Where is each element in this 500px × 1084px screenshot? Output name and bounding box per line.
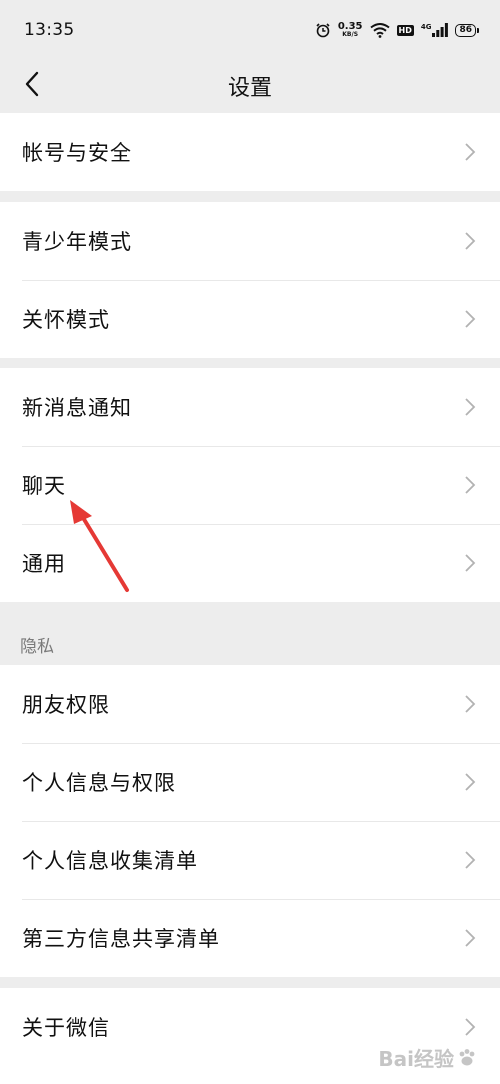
network-type: 4G [420,23,432,31]
settings-item-label: 聊天 [22,474,66,498]
settings-item-third-party-sharing[interactable]: 第三方信息共享清单 [0,899,500,977]
status-icons: 0.35 KB/S HD 4G 86 [315,22,479,38]
settings-item-care-mode[interactable]: 关怀模式 [0,280,500,358]
net-speed-unit: KB/S [342,31,359,38]
status-time: 13:35 [24,20,75,40]
hd-icon: HD [396,24,414,36]
settings-group-privacy: 朋友权限 个人信息与权限 个人信息收集清单 第三方信息共享清单 [0,665,500,977]
signal-icon: 4G [421,23,449,37]
watermark-logo: Bai经验 [378,1043,478,1072]
settings-item-personal-info-permissions[interactable]: 个人信息与权限 [0,743,500,821]
alarm-icon [316,23,330,38]
settings-item-friend-permissions[interactable]: 朋友权限 [0,665,500,743]
chevron-right-icon [465,695,476,713]
settings-item-personal-info-collection[interactable]: 个人信息收集清单 [0,821,500,899]
back-button[interactable] [12,62,52,106]
net-speed: 0.35 KB/S [338,22,363,38]
settings-group-account: 帐号与安全 [0,113,500,191]
chevron-left-icon [25,71,39,97]
chevron-right-icon [465,232,476,250]
settings-item-general[interactable]: 通用 [0,524,500,602]
settings-item-teen-mode[interactable]: 青少年模式 [0,202,500,280]
nav-bar: 设置 [0,60,500,112]
settings-item-label: 个人信息与权限 [22,771,176,795]
chevron-right-icon [465,310,476,328]
chevron-right-icon [465,143,476,161]
chevron-right-icon [465,929,476,947]
chevron-right-icon [465,773,476,791]
settings-item-label: 帐号与安全 [22,141,132,165]
settings-item-chat[interactable]: 聊天 [0,446,500,524]
section-header-privacy: 隐私 [20,637,54,657]
chevron-right-icon [465,476,476,494]
paw-icon [459,1048,475,1065]
settings-item-label: 关怀模式 [22,308,110,332]
status-bar: 13:35 0.35 KB/S HD 4G 86 [0,0,500,60]
settings-item-label: 新消息通知 [22,396,132,420]
battery-icon: 86 [455,23,479,37]
chevron-right-icon [465,1018,476,1036]
chevron-right-icon [465,851,476,869]
settings-item-notifications[interactable]: 新消息通知 [0,368,500,446]
settings-group-modes: 青少年模式 关怀模式 [0,202,500,358]
wifi-icon [369,23,390,38]
settings-item-label: 朋友权限 [22,693,110,717]
settings-item-account-security[interactable]: 帐号与安全 [0,113,500,191]
settings-item-label: 个人信息收集清单 [22,849,198,873]
settings-item-label: 青少年模式 [22,230,132,254]
watermark-text: Bai经验 [378,1047,454,1071]
settings-item-label: 关于微信 [22,1016,110,1040]
chevron-right-icon [465,398,476,416]
settings-item-label: 通用 [22,552,66,576]
page-title: 设置 [227,76,272,101]
settings-group-general: 新消息通知 聊天 通用 [0,368,500,602]
chevron-right-icon [465,554,476,572]
settings-item-label: 第三方信息共享清单 [22,927,220,951]
